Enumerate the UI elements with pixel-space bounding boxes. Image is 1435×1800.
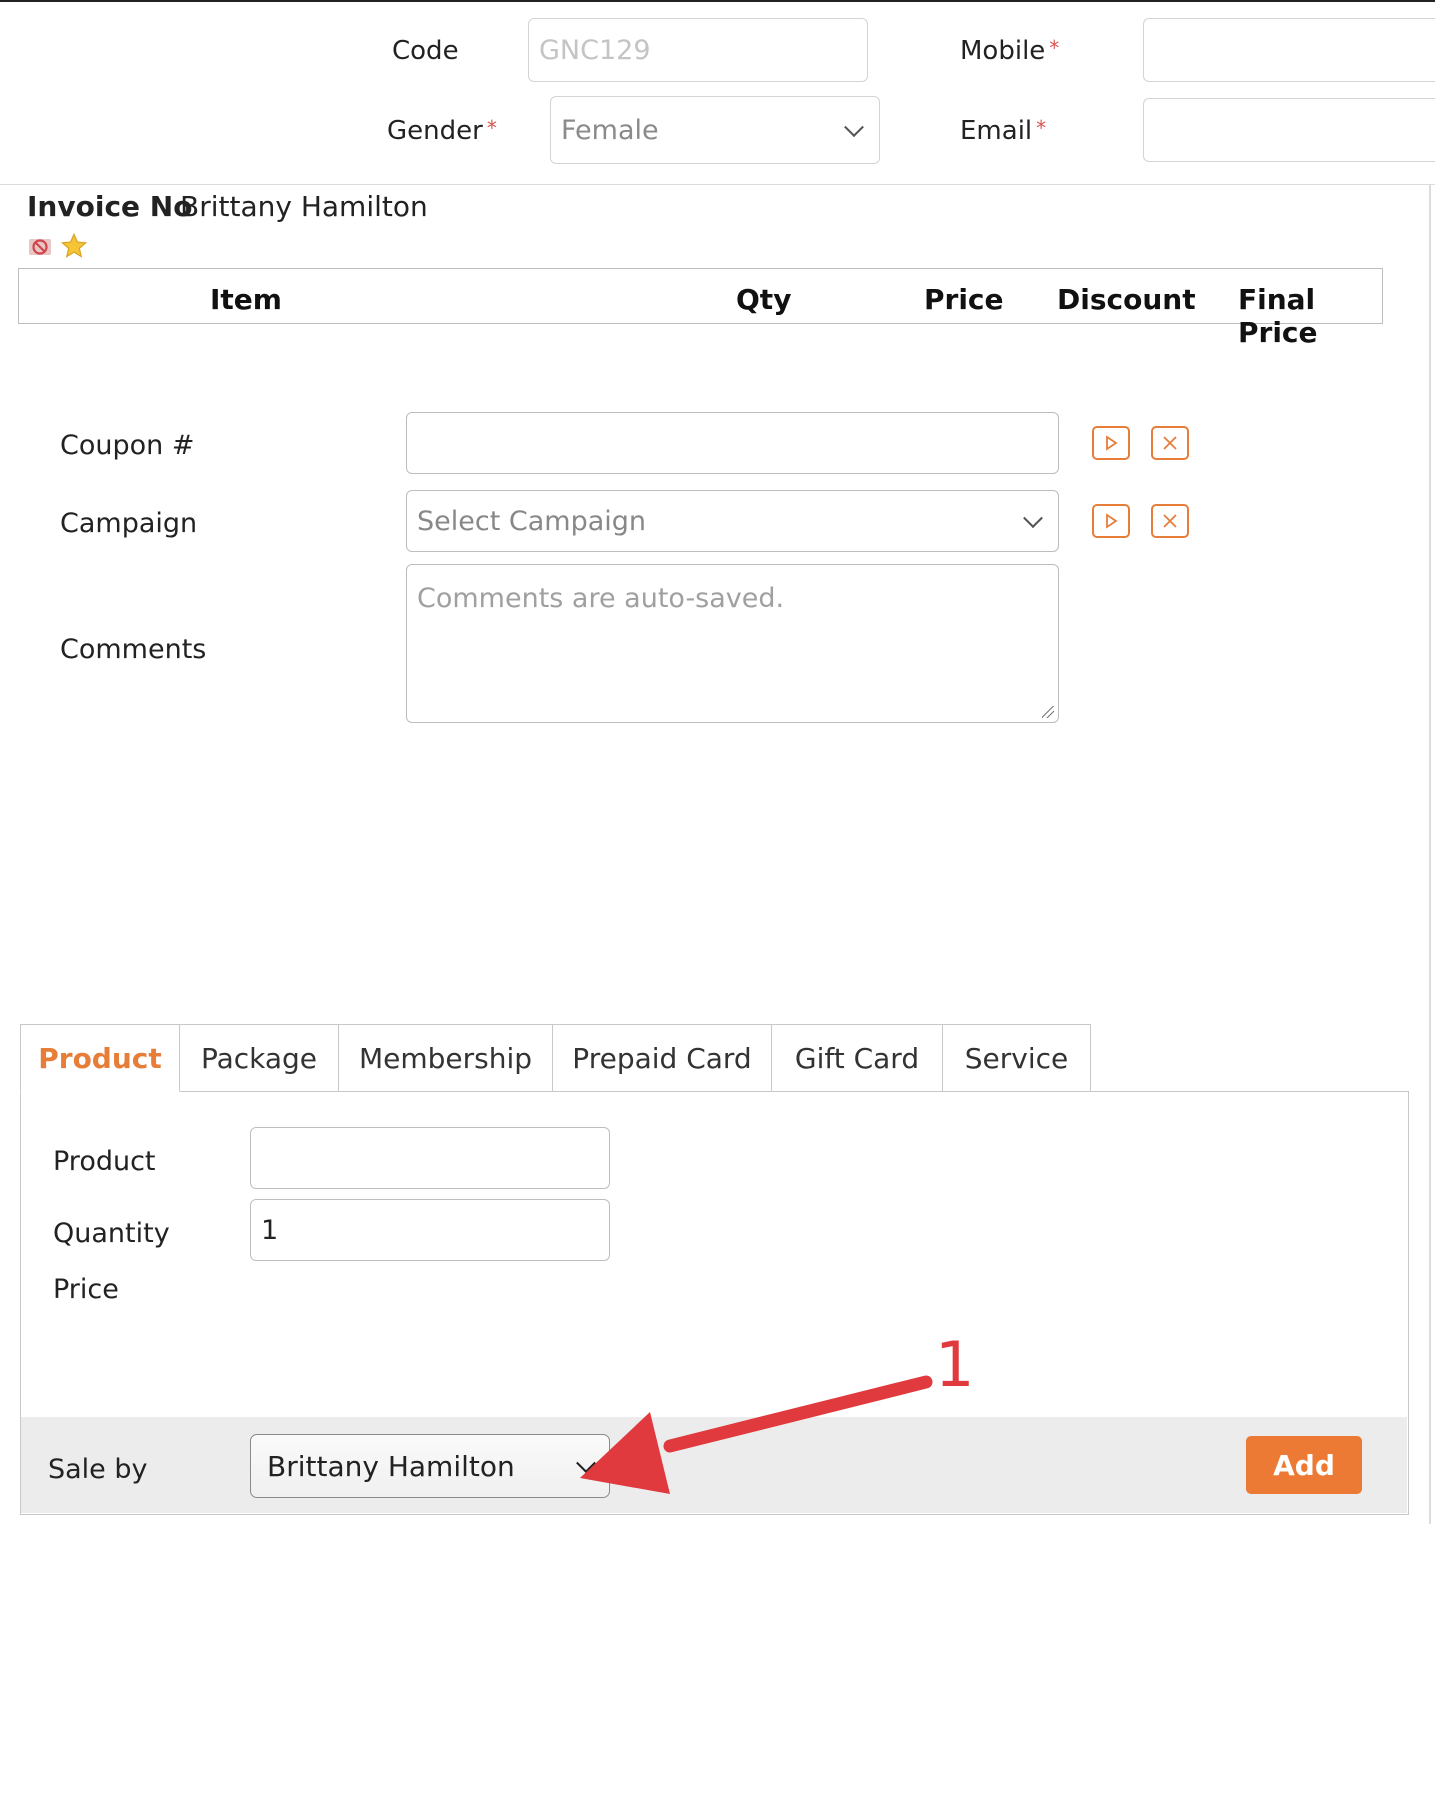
sale-by-select[interactable]: Brittany Hamilton <box>250 1434 610 1498</box>
tab-service[interactable]: Service <box>942 1024 1091 1092</box>
gender-label: Gender * <box>387 118 497 144</box>
email-label-text: Email <box>960 116 1033 146</box>
gender-value: Female <box>561 114 659 146</box>
campaign-select[interactable]: Select Campaign <box>406 490 1059 552</box>
quantity-label: Quantity <box>53 1218 170 1249</box>
invoice-no-label: Invoice No <box>27 190 193 223</box>
column-header-price: Price <box>924 283 1004 316</box>
code-field[interactable]: GNC129 <box>528 18 868 82</box>
mobile-label: Mobile * <box>960 38 1059 64</box>
required-mark: * <box>486 116 497 140</box>
email-field[interactable] <box>1143 98 1435 162</box>
column-header-discount: Discount <box>1057 283 1196 316</box>
comments-textarea[interactable]: Comments are auto-saved. <box>406 564 1059 723</box>
code-value: GNC129 <box>539 34 651 66</box>
tab-prepaid-card[interactable]: Prepaid Card <box>552 1024 772 1092</box>
code-label: Code <box>392 36 459 66</box>
price-label: Price <box>53 1274 119 1305</box>
product-input[interactable] <box>250 1127 610 1189</box>
play-icon <box>1106 435 1118 451</box>
column-header-final-price: Final Price <box>1238 283 1318 349</box>
add-button[interactable]: Add <box>1246 1436 1362 1494</box>
tab-product[interactable]: Product <box>20 1024 180 1092</box>
apply-campaign-button[interactable] <box>1092 504 1130 538</box>
quantity-input[interactable]: 1 <box>250 1199 610 1261</box>
top-border <box>0 0 1435 2</box>
required-mark: * <box>1049 36 1060 60</box>
close-icon <box>1163 514 1177 528</box>
star-icon[interactable] <box>60 232 88 264</box>
tab-package[interactable]: Package <box>179 1024 339 1092</box>
gender-select[interactable]: Female <box>550 96 880 164</box>
resize-grip-icon[interactable] <box>1042 706 1054 718</box>
column-header-qty: Qty <box>736 283 792 316</box>
campaign-label: Campaign <box>60 508 198 539</box>
sale-by-value: Brittany Hamilton <box>267 1449 515 1483</box>
product-label: Product <box>53 1146 156 1177</box>
chevron-down-icon <box>844 117 864 138</box>
invoice-customer-name: Brittany Hamilton <box>180 190 428 223</box>
comments-label: Comments <box>60 634 207 665</box>
invoice-table-header: Item Qty Price Discount Final Price <box>18 268 1383 349</box>
blocked-icon[interactable] <box>28 236 54 262</box>
sale-by-label: Sale by <box>48 1454 148 1485</box>
required-mark: * <box>1036 116 1047 140</box>
mobile-field[interactable] <box>1143 18 1435 82</box>
comments-placeholder: Comments are auto-saved. <box>417 583 785 614</box>
coupon-input[interactable] <box>406 412 1059 474</box>
right-border <box>1429 184 1431 1524</box>
mobile-label-text: Mobile <box>960 36 1046 66</box>
column-header-item: Item <box>210 283 282 316</box>
quantity-value: 1 <box>261 1214 279 1246</box>
tab-gift-card[interactable]: Gift Card <box>771 1024 943 1092</box>
clear-campaign-button[interactable] <box>1151 504 1189 538</box>
chevron-down-icon <box>1023 508 1043 529</box>
section-divider <box>0 184 1435 185</box>
coupon-label: Coupon # <box>60 430 195 461</box>
annotation-arrow <box>580 1375 933 1494</box>
gender-label-text: Gender <box>387 116 483 146</box>
play-icon <box>1106 513 1118 529</box>
tab-membership[interactable]: Membership <box>338 1024 553 1092</box>
email-label: Email * <box>960 118 1046 144</box>
close-icon <box>1163 436 1177 450</box>
clear-coupon-button[interactable] <box>1151 426 1189 460</box>
campaign-placeholder: Select Campaign <box>417 505 647 537</box>
annotation-number: 1 <box>935 1328 975 1401</box>
apply-coupon-button[interactable] <box>1092 426 1130 460</box>
